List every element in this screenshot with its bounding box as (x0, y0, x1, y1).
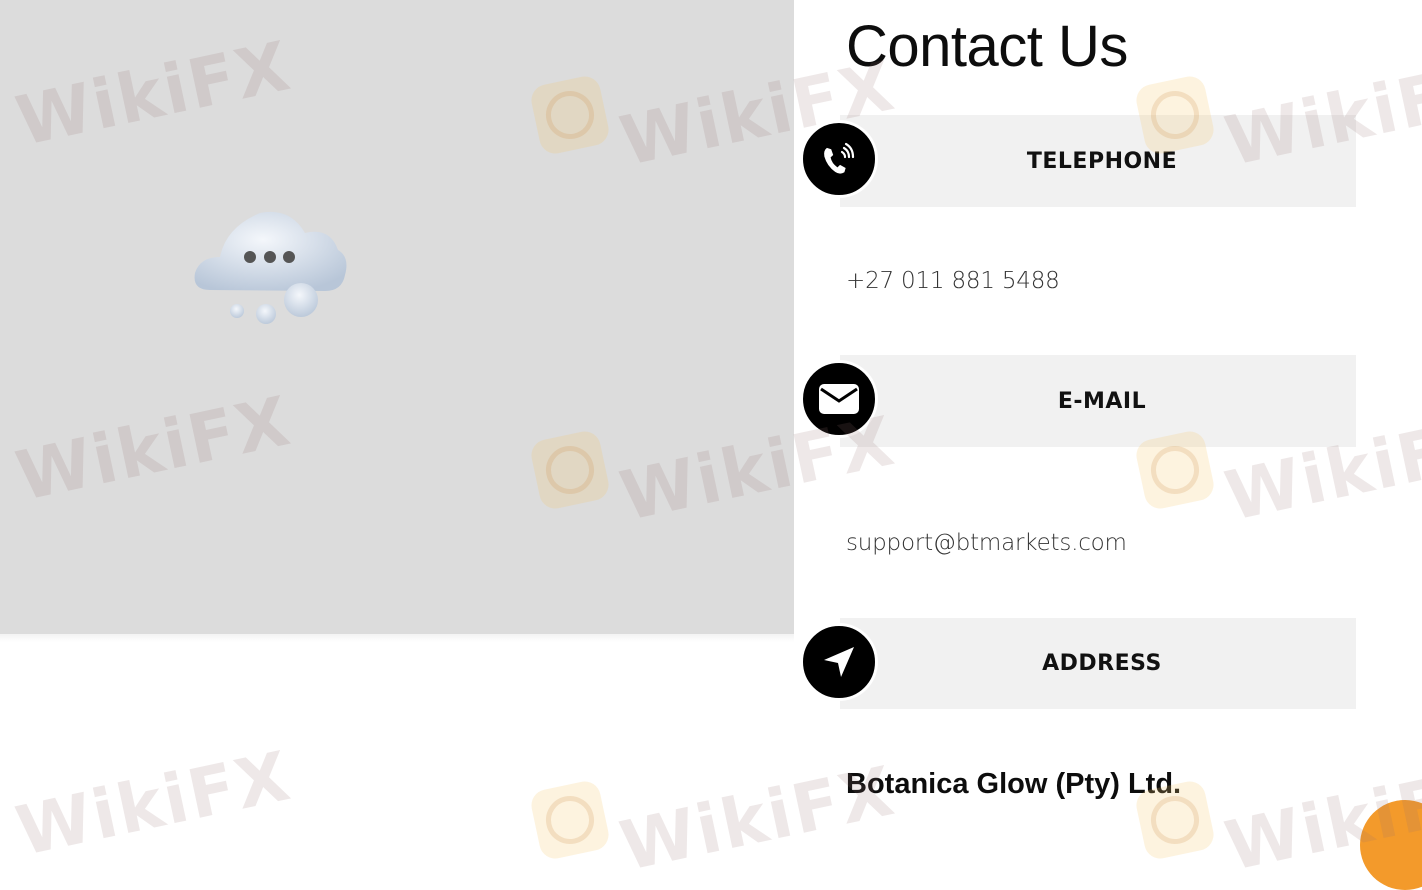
panel-shadow (0, 634, 794, 642)
email-heading: E-MAIL (1057, 388, 1147, 414)
page-title: Contact Us (846, 14, 1128, 79)
watermark: WikiFX (9, 736, 298, 873)
map-placeholder (0, 0, 794, 634)
location-arrow-icon (800, 623, 878, 701)
telephone-section-header: TELEPHONE (840, 115, 1356, 207)
watermark-logo-icon (528, 777, 612, 862)
chat-button[interactable] (1360, 800, 1422, 890)
email-section-header: E-MAIL (840, 355, 1356, 447)
email-value[interactable]: support@btmarkets.com (846, 530, 1127, 556)
telephone-heading: TELEPHONE (1026, 148, 1178, 174)
telephone-value[interactable]: +27 011 881 5488 (846, 268, 1060, 294)
envelope-icon (800, 360, 878, 438)
address-heading: ADDRESS (1042, 651, 1162, 676)
loading-cloud-icon (194, 211, 347, 324)
watermark: WikiFX (528, 752, 902, 887)
phone-icon (800, 120, 878, 198)
company-name: Botanica Glow (Pty) Ltd. (846, 768, 1182, 800)
address-section-header: ADDRESS (840, 618, 1356, 709)
